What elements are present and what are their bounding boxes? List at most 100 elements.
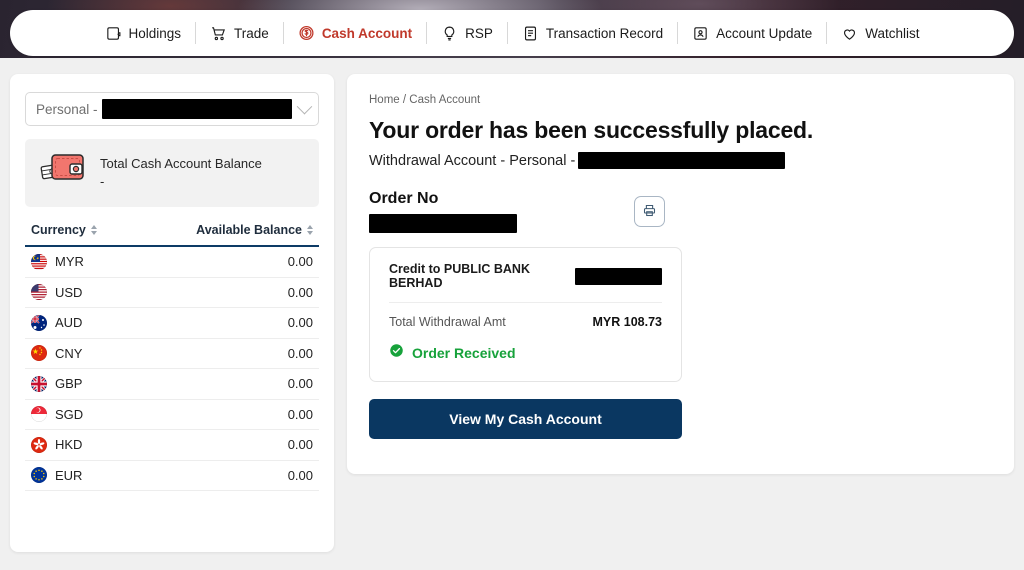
total-withdrawal-row: Total Withdrawal Amt MYR 108.73 (389, 315, 662, 329)
nav-item-label: Cash Account (321, 25, 413, 41)
currency-code: CNY (55, 345, 83, 361)
id-card-icon (692, 25, 709, 42)
table-row[interactable]: SGD 0.00 (25, 400, 319, 430)
currency-balance: 0.00 (287, 467, 313, 483)
nav-item-label: RSP (465, 25, 493, 41)
nav-item-label: Watchlist (865, 25, 920, 41)
currency-code: USD (55, 284, 83, 300)
flag-eur-icon (31, 467, 47, 484)
status-badge: Order Received (389, 343, 662, 363)
chevron-down-icon (296, 98, 313, 114)
order-detail-card: Credit to PUBLIC BANK BERHAD Total Withd… (369, 247, 682, 382)
breadcrumb-current: Cash Account (409, 94, 481, 106)
currency-balance: 0.00 (287, 376, 313, 392)
nav-item-transaction-record[interactable]: Transaction Record (508, 25, 677, 42)
currency-code: MYR (55, 254, 84, 270)
nav-item-label: Transaction Record (545, 25, 664, 41)
clipboard-list-icon (522, 25, 539, 42)
shopping-cart-icon (210, 25, 227, 42)
credit-to-line: Credit to PUBLIC BANK BERHAD (389, 262, 662, 290)
view-my-cash-account-button[interactable]: View My Cash Account (369, 399, 682, 439)
currency-balance: 0.00 (287, 284, 313, 300)
column-header-available-balance-label: Available Balance (196, 223, 302, 237)
lightbulb-icon (441, 25, 458, 42)
column-header-currency-label: Currency (31, 223, 86, 237)
column-header-available-balance[interactable]: Available Balance (196, 223, 313, 237)
card-divider (389, 302, 662, 303)
nav-item-holdings[interactable]: Holdings (91, 25, 196, 42)
nav-item-rsp[interactable]: RSP (427, 25, 507, 42)
currency-cell: EUR (31, 467, 83, 484)
currency-code: EUR (55, 467, 83, 483)
currency-cell: USD (31, 284, 83, 301)
currency-cell: HKD (31, 436, 83, 453)
breadcrumb-separator: / (402, 94, 407, 106)
table-row[interactable]: EUR 0.00 (25, 461, 319, 491)
credit-to-label: Credit to PUBLIC BANK BERHAD (389, 262, 530, 290)
wallet-icon (105, 25, 122, 42)
currency-balance: 0.00 (287, 254, 313, 270)
currency-cell: CNY (31, 345, 83, 362)
table-row[interactable]: HKD 0.00 (25, 430, 319, 461)
table-header-row: Currency Available Balance (25, 223, 319, 247)
account-selector-label: Personal - (36, 101, 98, 117)
sort-arrows-icon[interactable] (90, 225, 97, 235)
flag-hkd-icon (31, 436, 47, 453)
flag-cny-icon (31, 345, 47, 362)
nav-item-list: Holdings Trade Cash Account RSP Transact… (91, 22, 934, 44)
credit-account-redacted (575, 267, 662, 285)
nav-item-label: Holdings (128, 25, 182, 41)
total-balance-text: Total Cash Account Balance - (100, 155, 262, 190)
table-row[interactable]: CNY 0.00 (25, 339, 319, 369)
breadcrumb-home[interactable]: Home (369, 94, 400, 106)
currency-balance: 0.00 (287, 406, 313, 422)
flag-myr-icon (31, 253, 47, 270)
total-withdrawal-label: Total Withdrawal Amt (389, 315, 506, 329)
flag-aud-icon (31, 314, 47, 331)
nav-item-label: Trade (234, 25, 269, 41)
nav-item-trade[interactable]: Trade (196, 25, 283, 42)
table-row[interactable]: GBP 0.00 (25, 369, 319, 400)
check-circle-icon (389, 343, 404, 363)
currency-balance: 0.00 (287, 437, 313, 453)
page-title: Your order has been successfully placed. (369, 117, 814, 143)
currency-cell: SGD (31, 406, 84, 423)
withdrawal-account-label: Withdrawal Account - Personal - (369, 152, 576, 169)
wallet-cash-icon (39, 151, 87, 196)
order-no-label: Order No (369, 190, 439, 207)
print-button[interactable] (634, 196, 665, 227)
currency-balance: 0.00 (287, 345, 313, 361)
currency-balance: 0.00 (287, 315, 313, 331)
status-text: Order Received (412, 345, 516, 361)
currency-code: SGD (55, 406, 84, 422)
flag-gbp-icon (31, 375, 47, 392)
currency-code: AUD (55, 315, 83, 331)
table-row[interactable]: USD 0.00 (25, 278, 319, 308)
total-withdrawal-value: MYR 108.73 (592, 315, 662, 329)
withdrawal-account-number-redacted (578, 152, 786, 169)
account-number-redacted (101, 99, 292, 119)
currency-code: HKD (55, 437, 83, 453)
table-row[interactable]: MYR 0.00 (25, 247, 319, 278)
currency-balance-table: Currency Available Balance MYR 0.00 USD … (25, 223, 319, 491)
account-selector-dropdown[interactable]: Personal - (25, 92, 319, 126)
column-header-currency[interactable]: Currency (31, 223, 97, 237)
page-root: Holdings Trade Cash Account RSP Transact… (0, 0, 1024, 570)
sort-arrows-icon[interactable] (307, 225, 313, 235)
breadcrumb: Home / Cash Account (369, 94, 992, 106)
withdrawal-account-line: Withdrawal Account - Personal - (369, 152, 992, 169)
flag-usd-icon (31, 284, 47, 301)
order-no-block: Order No (369, 190, 517, 233)
coin-dollar-icon (298, 25, 315, 42)
currency-code: GBP (55, 376, 83, 392)
nav-item-watchlist[interactable]: Watchlist (827, 25, 933, 42)
currency-cell: GBP (31, 375, 83, 392)
main-navigation-bar: Holdings Trade Cash Account RSP Transact… (10, 10, 1014, 56)
nav-item-account-update[interactable]: Account Update (678, 25, 826, 42)
flag-sgd-icon (31, 406, 47, 423)
total-balance-value: - (100, 174, 105, 189)
nav-item-cash-account[interactable]: Cash Account (284, 25, 426, 42)
currency-cell: AUD (31, 314, 83, 331)
table-row[interactable]: AUD 0.00 (25, 308, 319, 339)
nav-item-label: Account Update (716, 25, 813, 41)
